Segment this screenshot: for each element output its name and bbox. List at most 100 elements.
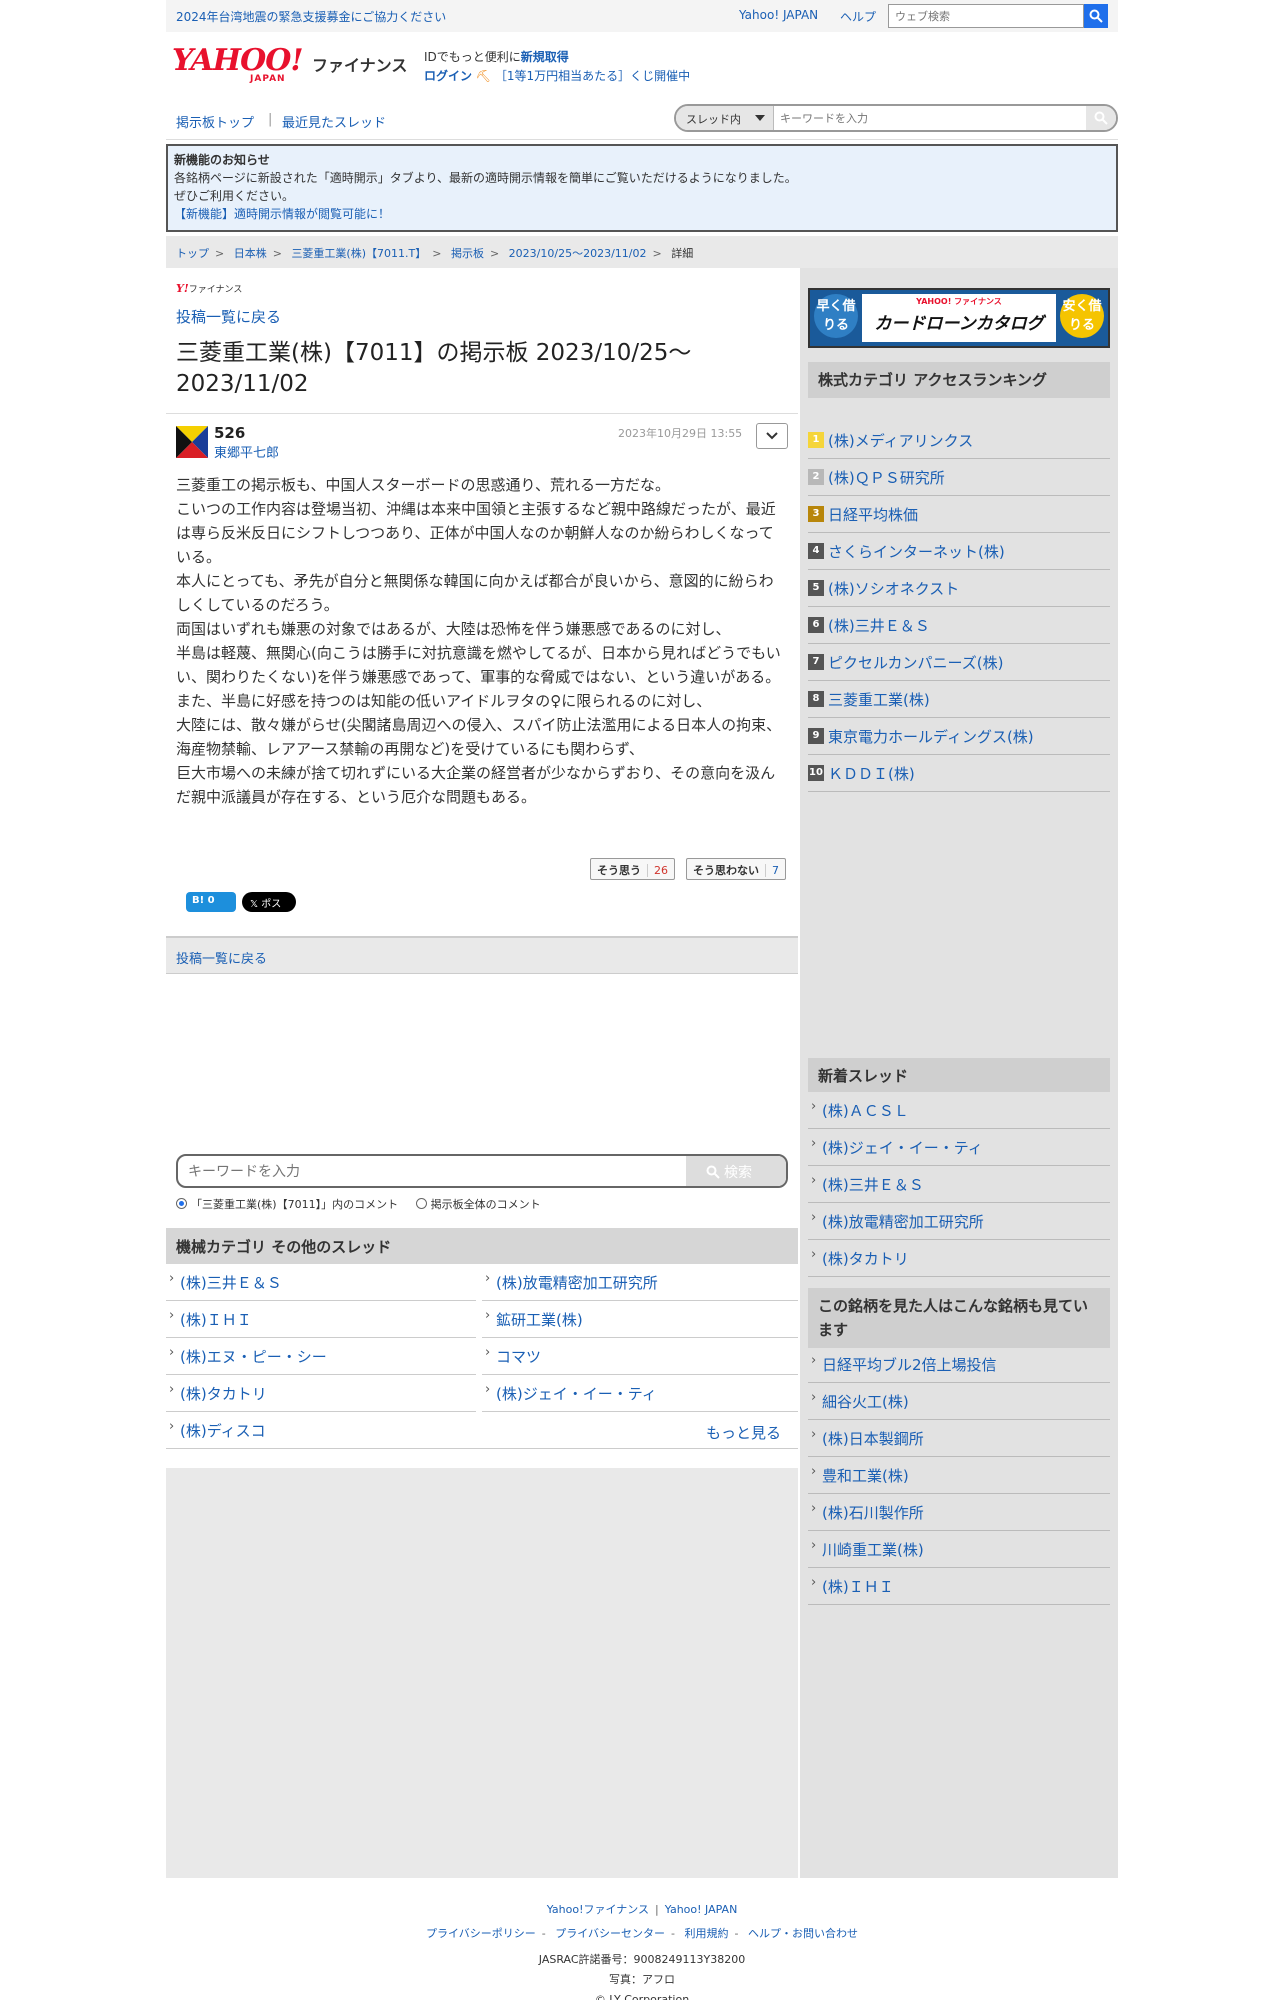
agree-button[interactable]: そう思う 26 <box>590 858 675 880</box>
category-thread-link[interactable]: コマツ <box>482 1338 798 1375</box>
category-thread-link[interactable]: (株)タカトリ <box>166 1375 476 1412</box>
breadcrumb-jp-stocks[interactable]: 日本株 <box>234 247 267 260</box>
notice-link[interactable]: 【新機能】適時開示情報が閲覧可能に！ <box>174 205 1110 223</box>
also-viewed-heading: この銘柄を見た人はこんな銘柄も見ています <box>808 1288 1110 1348</box>
rank-badge: 3 <box>808 506 824 522</box>
search-scope-select[interactable]: スレッド内 <box>676 106 774 130</box>
logo-yahoo: YAHOO! <box>172 43 304 78</box>
footer-yj-link[interactable]: Yahoo! JAPAN <box>665 1903 738 1916</box>
thread-search-button[interactable] <box>1086 106 1116 130</box>
more-link[interactable]: もっと見る <box>706 1422 781 1443</box>
back-to-list-link[interactable]: 投稿一覧に戻る <box>176 306 281 327</box>
ranking-item[interactable]: 5 (株)ソシオネクスト <box>808 570 1110 607</box>
board-top-link[interactable]: 掲示板トップ <box>176 112 254 131</box>
search-icon <box>1094 111 1108 125</box>
new-thread-link[interactable]: (株)三井Ｅ＆Ｓ <box>808 1166 1110 1203</box>
category-thread-link[interactable]: 鉱研工業(株) <box>482 1301 798 1338</box>
search-icon <box>1089 9 1103 23</box>
new-thread-link[interactable]: (株)ＡＣＳＬ <box>808 1092 1110 1129</box>
category-thread-link[interactable]: (株)ＩＨＩ <box>166 1301 476 1338</box>
new-thread-link[interactable]: (株)タカトリ <box>808 1240 1110 1277</box>
new-thread-link[interactable]: (株)放電精密加工研究所 <box>808 1203 1110 1240</box>
ranking-item[interactable]: 9 東京電力ホールディングス(株) <box>808 718 1110 755</box>
ranking-item[interactable]: 6 (株)三井Ｅ＆Ｓ <box>808 607 1110 644</box>
thread-search-input[interactable] <box>780 109 1080 127</box>
category-thread-link[interactable]: (株)三井Ｅ＆Ｓ <box>166 1264 476 1301</box>
ranking-item[interactable]: 2 (株)ＱＰＳ研究所 <box>808 459 1110 496</box>
post-number: 526 <box>214 424 246 442</box>
footer-jasrac: JASRAC許諾番号：9008249113Y38200 <box>538 1953 746 1966</box>
web-search-button[interactable] <box>1084 4 1108 28</box>
web-search-input[interactable] <box>888 4 1084 28</box>
radio-button[interactable] <box>415 1198 427 1209</box>
footer-privacy-policy-link[interactable]: プライバシーポリシー <box>426 1927 536 1940</box>
radio-all[interactable]: 掲示板全体のコメント <box>415 1198 541 1211</box>
rank-badge: 5 <box>808 580 824 596</box>
post-menu-button[interactable] <box>756 423 788 449</box>
id-line-text: IDでもっと便利に <box>424 50 521 64</box>
also-viewed-link[interactable]: (株)日本製鋼所 <box>808 1420 1110 1457</box>
category-thread-link[interactable]: (株)放電精密加工研究所 <box>482 1264 798 1301</box>
lottery-link[interactable]: ［1等1万円相当あたる］くじ開催中 <box>495 69 690 83</box>
breadcrumb-top[interactable]: トップ <box>176 247 209 260</box>
ranking-item[interactable]: 7 ピクセルカンパニーズ(株) <box>808 644 1110 681</box>
signup-link[interactable]: 新規取得 <box>521 50 569 64</box>
also-viewed-link[interactable]: (株)石川製作所 <box>808 1494 1110 1531</box>
logo-service-name: ファイナンス <box>312 56 408 75</box>
breadcrumb-board[interactable]: 掲示板 <box>451 247 484 260</box>
footer-privacy-center-link[interactable]: プライバシーセンター <box>555 1927 665 1940</box>
ranking-item-name: (株)ＱＰＳ研究所 <box>828 469 945 487</box>
mini-logo: Y!ファイナンス <box>176 282 242 295</box>
also-viewed-link[interactable]: 川崎重工業(株) <box>808 1531 1110 1568</box>
card-loan-banner[interactable]: 早く借りる YAHOO! ファイナンス カードローンカタログ 安く借りる <box>808 288 1110 348</box>
yahoo-finance-logo[interactable]: YAHOO! JAPAN ファイナンス <box>172 43 407 85</box>
breadcrumb-stock[interactable]: 三菱重工業(株)【7011.T】 <box>291 247 426 260</box>
avatar[interactable] <box>176 426 208 458</box>
also-viewed-link[interactable]: 細谷火工(株) <box>808 1383 1110 1420</box>
post-line: また、半島に好感を持つのは知能の低いアイドルヲタの♀に限られるのに対し、 <box>176 692 712 710</box>
also-viewed-link[interactable]: (株)ＩＨＩ <box>808 1568 1110 1605</box>
ranking-item[interactable]: 1 (株)メディアリンクス <box>808 422 1110 459</box>
new-thread-link[interactable]: (株)ジェイ・イー・ティ <box>808 1129 1110 1166</box>
ranking-item[interactable]: 8 三菱重工業(株) <box>808 681 1110 718</box>
sidebar: 早く借りる YAHOO! ファイナンス カードローンカタログ 安く借りる 株式カ… <box>800 268 1118 1878</box>
radio-button-selected[interactable] <box>176 1198 187 1209</box>
footer-sep: - <box>541 1927 546 1940</box>
donation-notice-link[interactable]: 2024年台湾地震の緊急支援募金にご協力ください <box>176 8 446 25</box>
keyword-search-input[interactable] <box>188 1163 668 1181</box>
ranking-item[interactable]: 4 さくらインターネット(株) <box>808 533 1110 570</box>
category-thread-link[interactable]: (株)エヌ・ピー・シー <box>166 1338 476 1375</box>
chevron-down-icon <box>766 431 778 439</box>
ranking-item-name: さくらインターネット(株) <box>828 543 1005 561</box>
post-line: 巨大市場への未練が捨て切れずにいる大企業の経営者が少なからずおり、その意向を汲ん… <box>176 764 776 806</box>
search-scope-label: スレッド内 <box>686 113 741 126</box>
disagree-button[interactable]: そう思わない 7 <box>686 858 786 880</box>
rank-badge: 6 <box>808 617 824 633</box>
recent-threads-link[interactable]: 最近見たスレッド <box>282 112 386 131</box>
footer-terms-link[interactable]: 利用規約 <box>685 1927 729 1940</box>
footer-help-link[interactable]: ヘルプ・お問い合わせ <box>748 1927 858 1940</box>
also-viewed-link[interactable]: 豊和工業(株) <box>808 1457 1110 1494</box>
top-bar: 2024年台湾地震の緊急支援募金にご協力ください Yahoo! JAPAN ヘル… <box>166 0 1118 32</box>
back-to-list-link-2[interactable]: 投稿一覧に戻る <box>176 952 267 967</box>
hatena-bookmark-button[interactable]: B! 0 <box>186 892 236 912</box>
breadcrumb-sep: > <box>272 247 282 260</box>
yahoo-japan-link[interactable]: Yahoo! JAPAN <box>739 8 818 22</box>
post-user-link[interactable]: 東郷平七郎 <box>214 442 279 461</box>
category-thread-link[interactable]: (株)ジェイ・イー・ティ <box>482 1375 798 1412</box>
radio-thread[interactable]: 「三菱重工業(株)【7011】」内のコメント <box>176 1198 398 1211</box>
post-line: こいつの工作内容は登場当初、沖縄は本来中国領と主張するなど親中路線だったが、最近… <box>176 500 776 566</box>
ranking-item[interactable]: 3 日経平均株価 <box>808 496 1110 533</box>
ranking-item[interactable]: 10 ＫＤＤＩ(株) <box>808 755 1110 792</box>
login-link[interactable]: ログイン <box>424 69 472 83</box>
x-post-button[interactable]: 𝕏 ポスト <box>242 892 296 925</box>
keyword-search-button[interactable]: 検索 <box>686 1156 786 1186</box>
breadcrumb-period[interactable]: 2023/10/25〜2023/11/02 <box>509 247 647 260</box>
help-link[interactable]: ヘルプ <box>840 8 876 25</box>
category-thread-link[interactable]: (株)ディスコ <box>166 1412 798 1449</box>
radio-all-label: 掲示板全体のコメント <box>430 1198 541 1211</box>
breadcrumb-sep: > <box>489 247 500 260</box>
also-viewed-link[interactable]: 日経平均ブル2倍上場投信 <box>808 1346 1110 1383</box>
post-date: 2023年10月29日 13:55 <box>618 427 743 440</box>
footer-yf-link[interactable]: Yahoo!ファイナンス <box>547 1903 649 1916</box>
